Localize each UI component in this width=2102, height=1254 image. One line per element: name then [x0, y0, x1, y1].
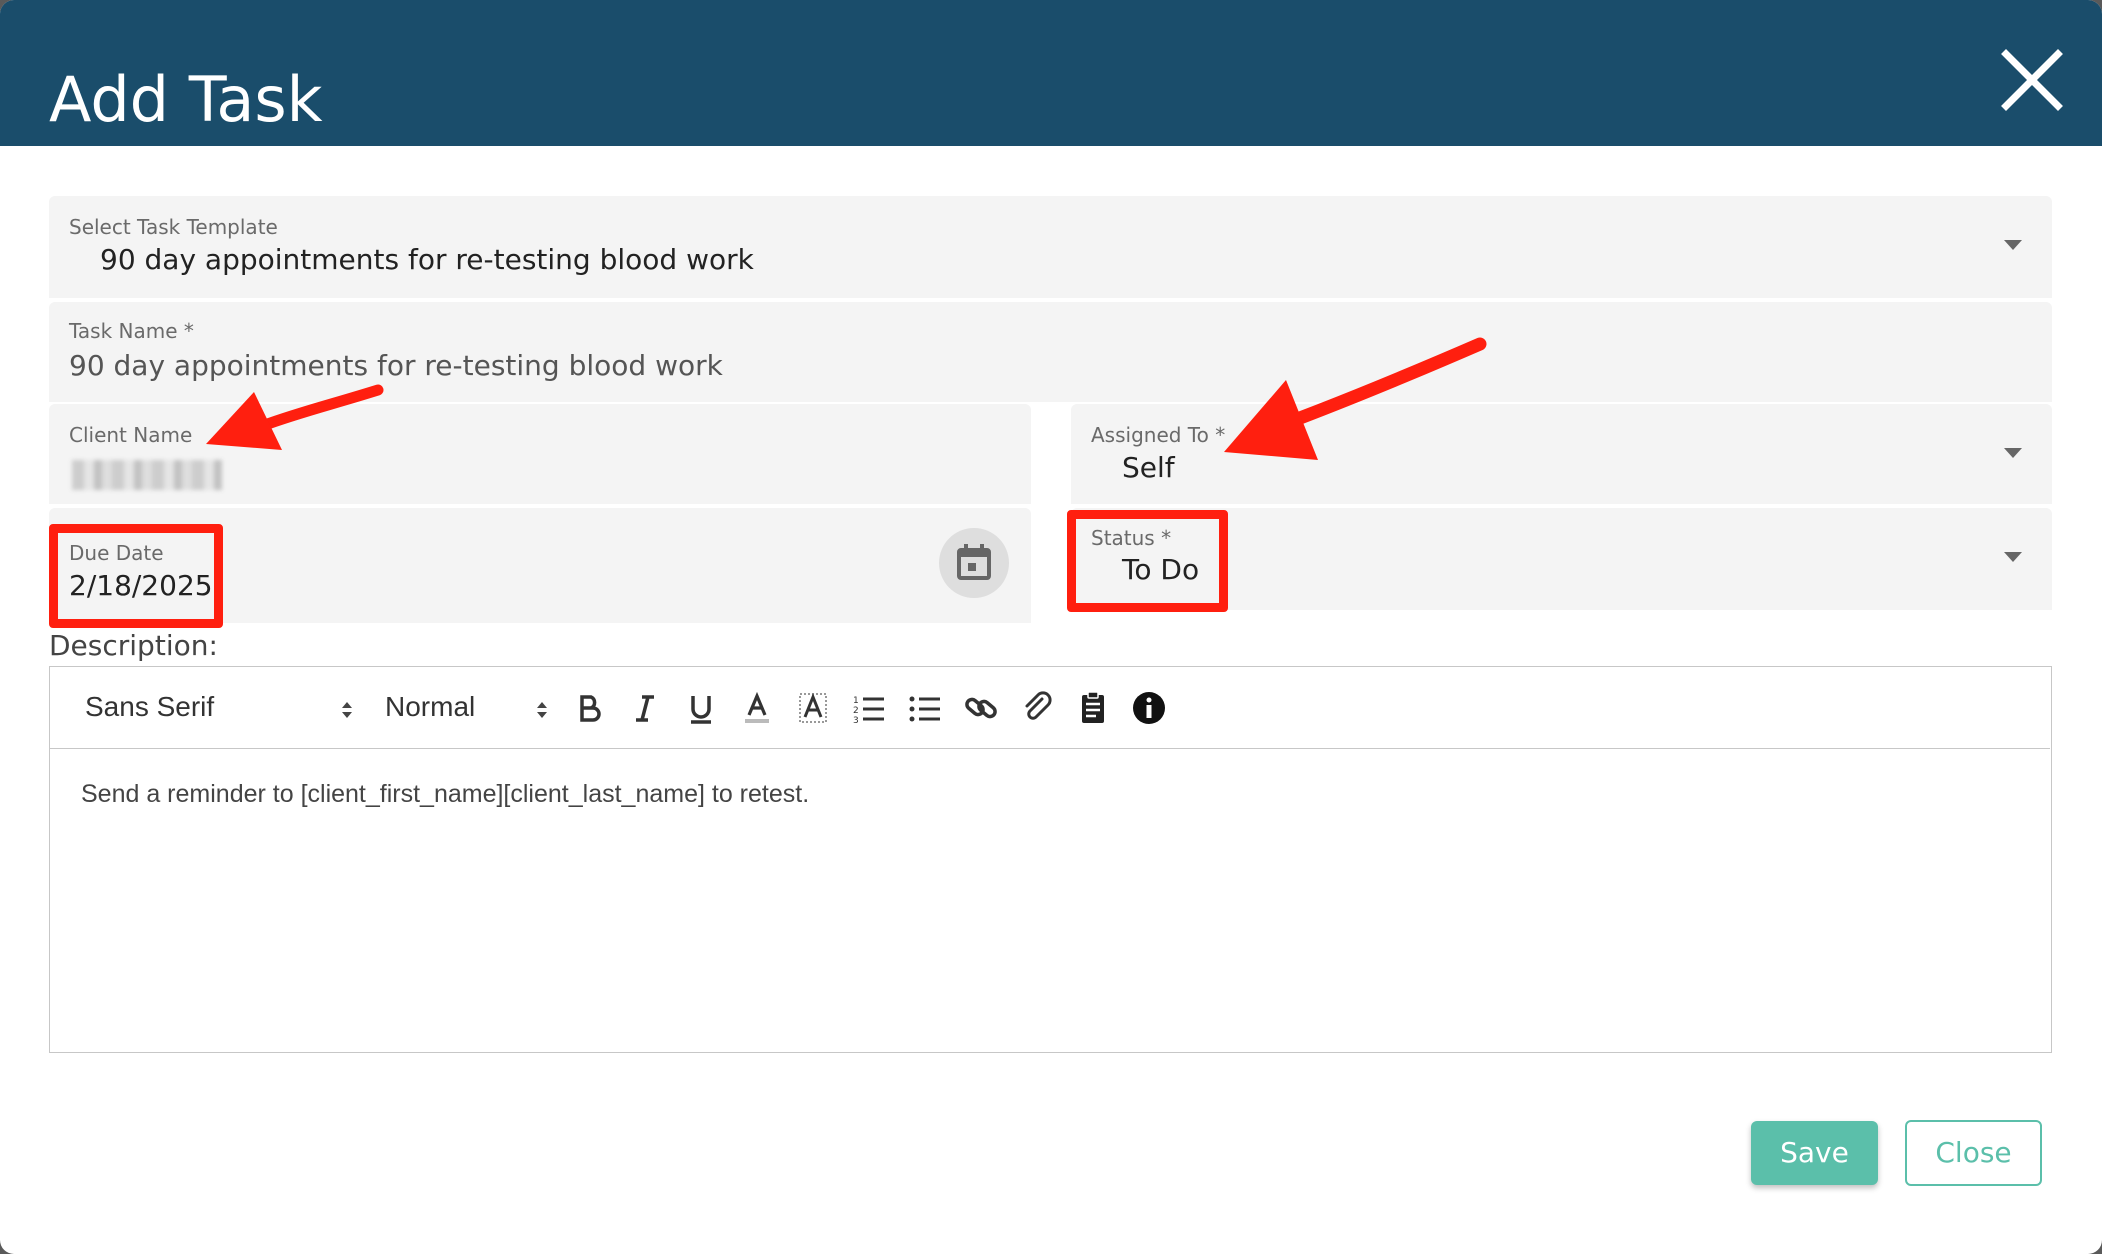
task-template-select[interactable]: Select Task Template 90 day appointments…: [49, 196, 2052, 298]
description-editor: Sans Serif Normal 123 Send a reminder to…: [49, 666, 2052, 1053]
add-task-modal: Add Task Select Task Template 90 day app…: [0, 0, 2102, 1254]
svg-text:1: 1: [853, 696, 859, 706]
ordered-list-icon: 123: [853, 696, 884, 726]
close-button[interactable]: Close: [1905, 1120, 2042, 1186]
clipboard-button[interactable]: [1074, 689, 1112, 727]
attachment-icon: [1025, 691, 1052, 720]
dropdown-arrow-icon: [2004, 240, 2022, 250]
italic-button[interactable]: [626, 689, 664, 727]
svg-text:2: 2: [853, 706, 859, 716]
redacted-client-name: [72, 460, 222, 490]
assigned-to-value: Self: [1122, 451, 1175, 484]
select-updown-icon: [342, 702, 352, 718]
client-name-label: Client Name: [69, 423, 193, 447]
info-icon: [1133, 692, 1165, 724]
modal-header: Add Task: [0, 0, 2102, 146]
underline-button[interactable]: [682, 689, 720, 727]
due-date-highlight-box: [49, 524, 223, 628]
clipboard-icon: [1082, 691, 1104, 723]
select-updown-icon: [537, 702, 547, 718]
background-color-button[interactable]: [794, 689, 832, 727]
link-button[interactable]: [962, 689, 1000, 727]
assigned-to-select[interactable]: Assigned To * Self: [1071, 404, 2052, 504]
ordered-list-button[interactable]: 123: [850, 689, 888, 727]
task-template-label: Select Task Template: [69, 215, 278, 239]
task-template-value: 90 day appointments for re-testing blood…: [100, 243, 754, 276]
calendar-button[interactable]: [939, 528, 1009, 598]
text-color-button[interactable]: [738, 689, 776, 727]
bold-icon: [580, 695, 601, 722]
save-button[interactable]: Save: [1751, 1121, 1878, 1185]
task-name-label: Task Name *: [69, 319, 194, 343]
client-name-field[interactable]: Client Name: [49, 404, 1031, 504]
font-size-select[interactable]: Normal: [385, 689, 475, 725]
task-name-input: 90 day appointments for re-testing blood…: [69, 349, 723, 382]
font-family-select[interactable]: Sans Serif: [85, 689, 214, 725]
task-name-field[interactable]: Task Name * 90 day appointments for re-t…: [49, 302, 2052, 402]
dropdown-arrow-icon: [2004, 552, 2022, 562]
text-color-icon: [745, 691, 769, 723]
calendar-icon: [957, 544, 991, 580]
bullet-list-button[interactable]: [906, 689, 944, 727]
assigned-to-label: Assigned To *: [1091, 423, 1226, 447]
annotation-arrows: [206, 337, 1487, 460]
info-button[interactable]: [1130, 689, 1168, 727]
svg-text:3: 3: [853, 716, 859, 726]
background-color-icon: [799, 692, 827, 723]
italic-icon: [636, 695, 654, 722]
bullet-list-icon: [909, 696, 940, 722]
bold-button[interactable]: [570, 689, 608, 727]
modal-title: Add Task: [49, 63, 323, 136]
underline-icon: [691, 696, 711, 724]
description-label: Description:: [49, 629, 218, 662]
link-icon: [965, 697, 997, 719]
dropdown-arrow-icon: [2004, 448, 2022, 458]
close-icon[interactable]: [2000, 48, 2064, 112]
editor-toolbar: Sans Serif Normal 123: [50, 667, 2050, 749]
attachment-button[interactable]: [1018, 689, 1056, 727]
status-highlight-box: [1067, 510, 1228, 612]
description-text[interactable]: Send a reminder to [client_first_name][c…: [81, 777, 809, 811]
